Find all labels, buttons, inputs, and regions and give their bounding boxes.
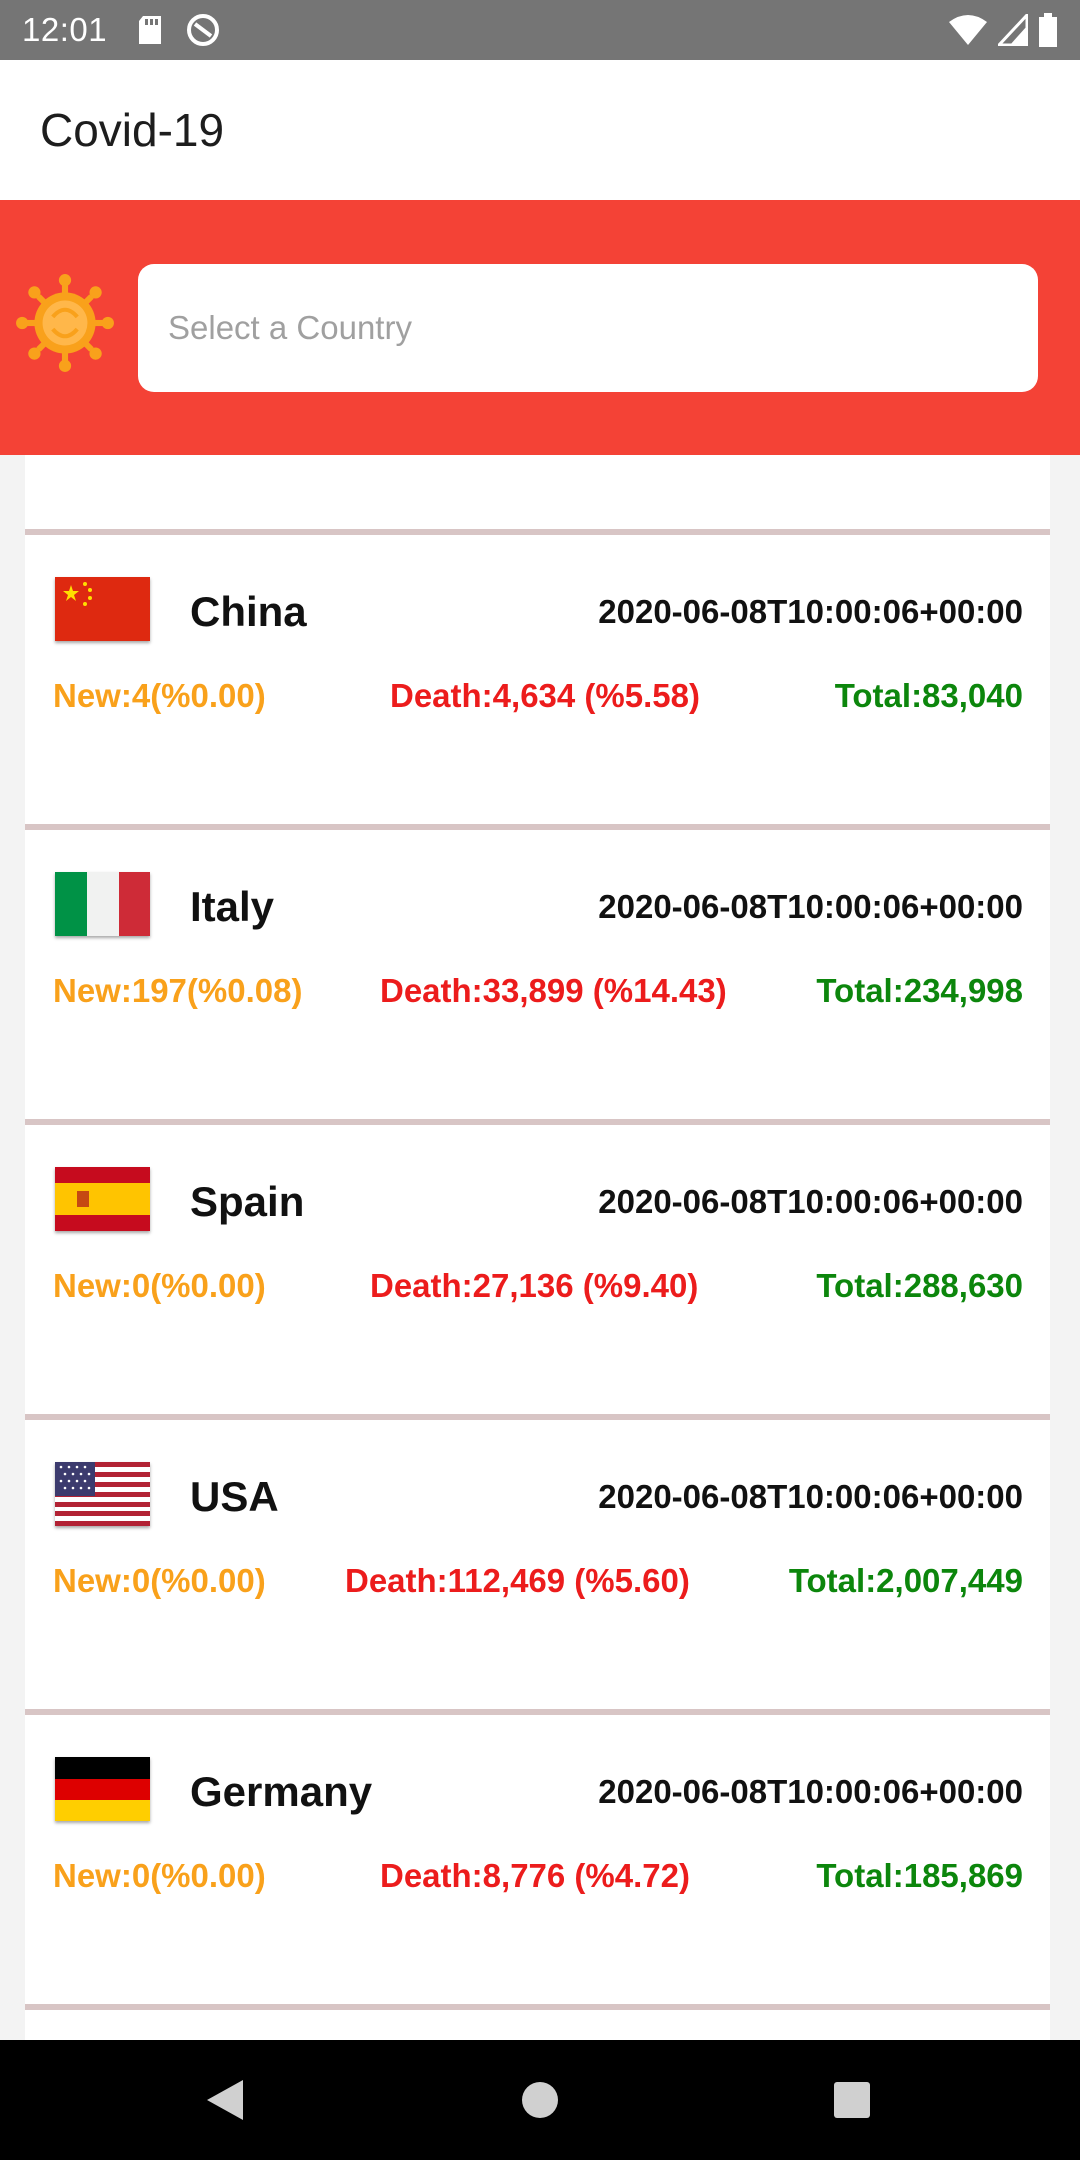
status-bar: 12:01 <box>0 0 1080 60</box>
home-button[interactable] <box>480 2040 600 2160</box>
app-title: Covid-19 <box>40 104 225 156</box>
country-name: USA <box>190 1473 279 1520</box>
back-button[interactable] <box>165 2040 285 2160</box>
country-list: China 2020-06-08T10:00:06+00:00 New:4(%0… <box>0 455 1080 2040</box>
status-time: 12:01 <box>22 11 108 48</box>
death-count: Death:33,899 (%14.43) <box>380 972 727 1009</box>
death-count: Death:8,776 (%4.72) <box>380 1857 690 1894</box>
list-item-spain[interactable]: Spain 2020-06-08T10:00:06+00:00 New:0(%0… <box>25 1125 1050 1414</box>
germany-flag-icon <box>55 1757 150 1821</box>
country-search-input[interactable] <box>138 264 1038 392</box>
timestamp: 2020-06-08T10:00:06+00:00 <box>598 888 1023 925</box>
total-cases: Total:185,869 <box>816 1857 1023 1894</box>
new-cases: New:4(%0.00) <box>53 677 266 714</box>
app-bar: Covid-19 <box>0 60 1080 200</box>
country-name: Spain <box>190 1178 305 1225</box>
list-item-partial[interactable] <box>25 2010 1050 2040</box>
list-item-germany[interactable]: Germany 2020-06-08T10:00:06+00:00 New:0(… <box>25 1715 1050 2004</box>
list-item-partial[interactable] <box>25 455 1050 530</box>
new-cases: New:197(%0.08) <box>53 972 303 1009</box>
death-count: Death:4,634 (%5.58) <box>390 677 700 714</box>
search-banner <box>0 200 1080 455</box>
country-name: China <box>190 588 307 635</box>
country-name: Germany <box>190 1768 373 1815</box>
new-cases: New:0(%0.00) <box>53 1267 266 1304</box>
timestamp: 2020-06-08T10:00:06+00:00 <box>598 1773 1023 1810</box>
total-cases: Total:234,998 <box>816 972 1023 1009</box>
screen: 12:01 Covid-19 Select a Country China 20… <box>0 0 1080 2160</box>
back-icon <box>207 2080 243 2120</box>
new-cases: New:0(%0.00) <box>53 1857 266 1894</box>
sync-icon <box>187 14 220 46</box>
total-cases: Total:2,007,449 <box>788 1562 1023 1599</box>
death-count: Death:112,469 (%5.60) <box>345 1562 690 1599</box>
death-count: Death:27,136 (%9.40) <box>370 1267 699 1304</box>
country-name: Italy <box>190 883 275 930</box>
sd-card-icon <box>139 16 162 44</box>
list-item-usa[interactable]: USA 2020-06-08T10:00:06+00:00 New:0(%0.0… <box>25 1420 1050 1709</box>
list-item-china[interactable]: China 2020-06-08T10:00:06+00:00 New:4(%0… <box>25 535 1050 824</box>
total-cases: Total:83,040 <box>834 677 1023 714</box>
italy-flag-icon <box>55 872 150 936</box>
list-item-italy[interactable]: Italy 2020-06-08T10:00:06+00:00 New:197(… <box>25 830 1050 1119</box>
navigation-bar <box>0 2040 1080 2160</box>
recents-icon <box>834 2082 870 2118</box>
recents-button[interactable] <box>792 2040 912 2160</box>
home-icon <box>522 2082 558 2118</box>
total-cases: Total:288,630 <box>816 1267 1023 1304</box>
battery-icon <box>1039 13 1057 47</box>
usa-flag-icon <box>55 1462 150 1526</box>
timestamp: 2020-06-08T10:00:06+00:00 <box>598 1183 1023 1220</box>
new-cases: New:0(%0.00) <box>53 1562 266 1599</box>
virus-icon <box>16 274 114 372</box>
spain-flag-icon <box>55 1167 150 1231</box>
wifi-icon <box>949 15 987 45</box>
timestamp: 2020-06-08T10:00:06+00:00 <box>598 593 1023 630</box>
china-flag-icon <box>55 577 150 641</box>
timestamp: 2020-06-08T10:00:06+00:00 <box>598 1478 1023 1515</box>
signal-icon <box>998 14 1028 46</box>
